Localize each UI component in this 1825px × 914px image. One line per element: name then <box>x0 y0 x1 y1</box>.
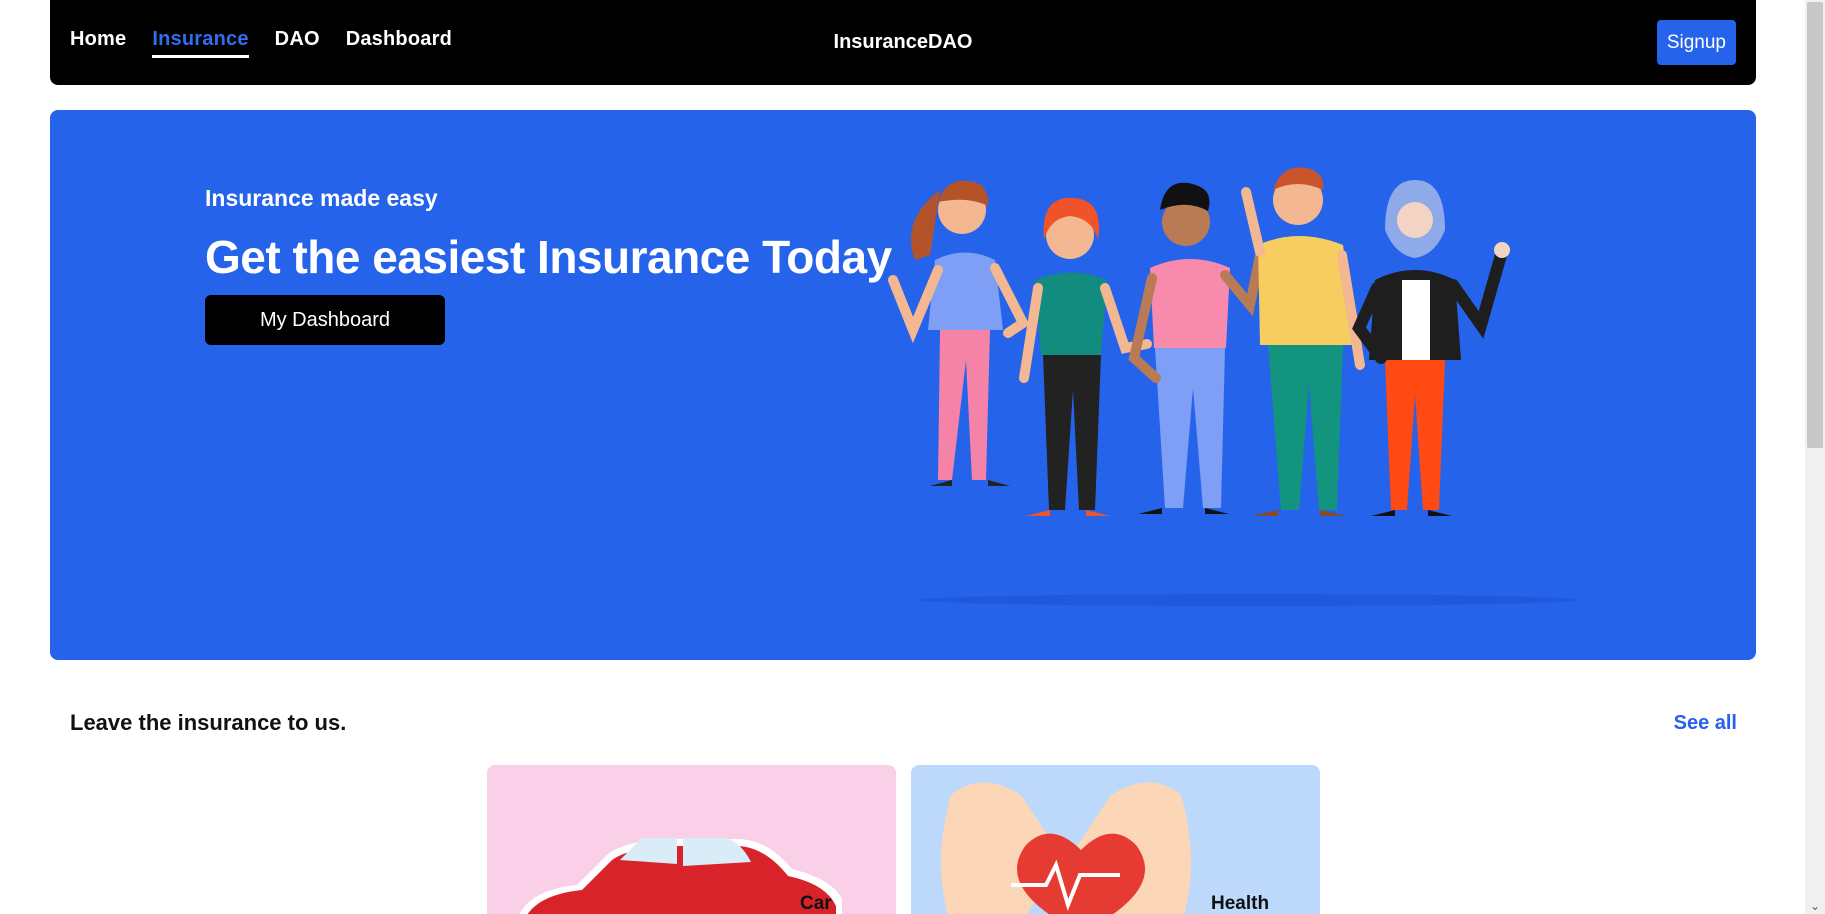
page-scrollbar[interactable]: ⌄ <box>1805 0 1825 914</box>
nav-links: Home Insurance DAO Dashboard <box>70 28 452 58</box>
brand-title[interactable]: InsuranceDAO <box>834 31 973 54</box>
heart-in-hands-illustration <box>941 782 1191 914</box>
hero-title: Get the easiest Insurance Today <box>205 231 892 283</box>
section-title: Leave the insurance to us. <box>70 710 347 735</box>
nav-link-home[interactable]: Home <box>70 28 126 58</box>
insurance-card-health[interactable]: Health <box>911 765 1320 914</box>
card-label-car: Car <box>800 893 832 914</box>
hero-subtitle: Insurance made easy <box>205 185 438 211</box>
scrollbar-thumb[interactable] <box>1807 2 1823 448</box>
nav-link-insurance[interactable]: Insurance <box>152 28 249 58</box>
car-illustration <box>519 838 842 914</box>
card-label-health: Health <box>1211 893 1270 914</box>
my-dashboard-button[interactable]: My Dashboard <box>205 295 445 345</box>
person-4 <box>1241 167 1365 516</box>
nav-link-dao[interactable]: DAO <box>275 28 320 58</box>
see-all-link[interactable]: See all <box>1674 712 1737 735</box>
person-1 <box>888 180 1030 486</box>
person-2 <box>1019 197 1152 516</box>
group-of-people-illustration <box>888 167 1580 606</box>
nav-link-dashboard[interactable]: Dashboard <box>346 28 452 58</box>
scroll-down-arrow-icon[interactable]: ⌄ <box>1809 900 1821 912</box>
signup-button[interactable]: Signup <box>1656 20 1736 65</box>
top-navbar: Home Insurance DAO Dashboard InsuranceDA… <box>50 0 1756 85</box>
hero-banner: Insurance made easy Get the easiest Insu… <box>50 110 1756 660</box>
person-5 <box>1352 180 1510 516</box>
insurance-card-car[interactable]: Car <box>487 765 896 914</box>
person-3 <box>1128 182 1265 514</box>
